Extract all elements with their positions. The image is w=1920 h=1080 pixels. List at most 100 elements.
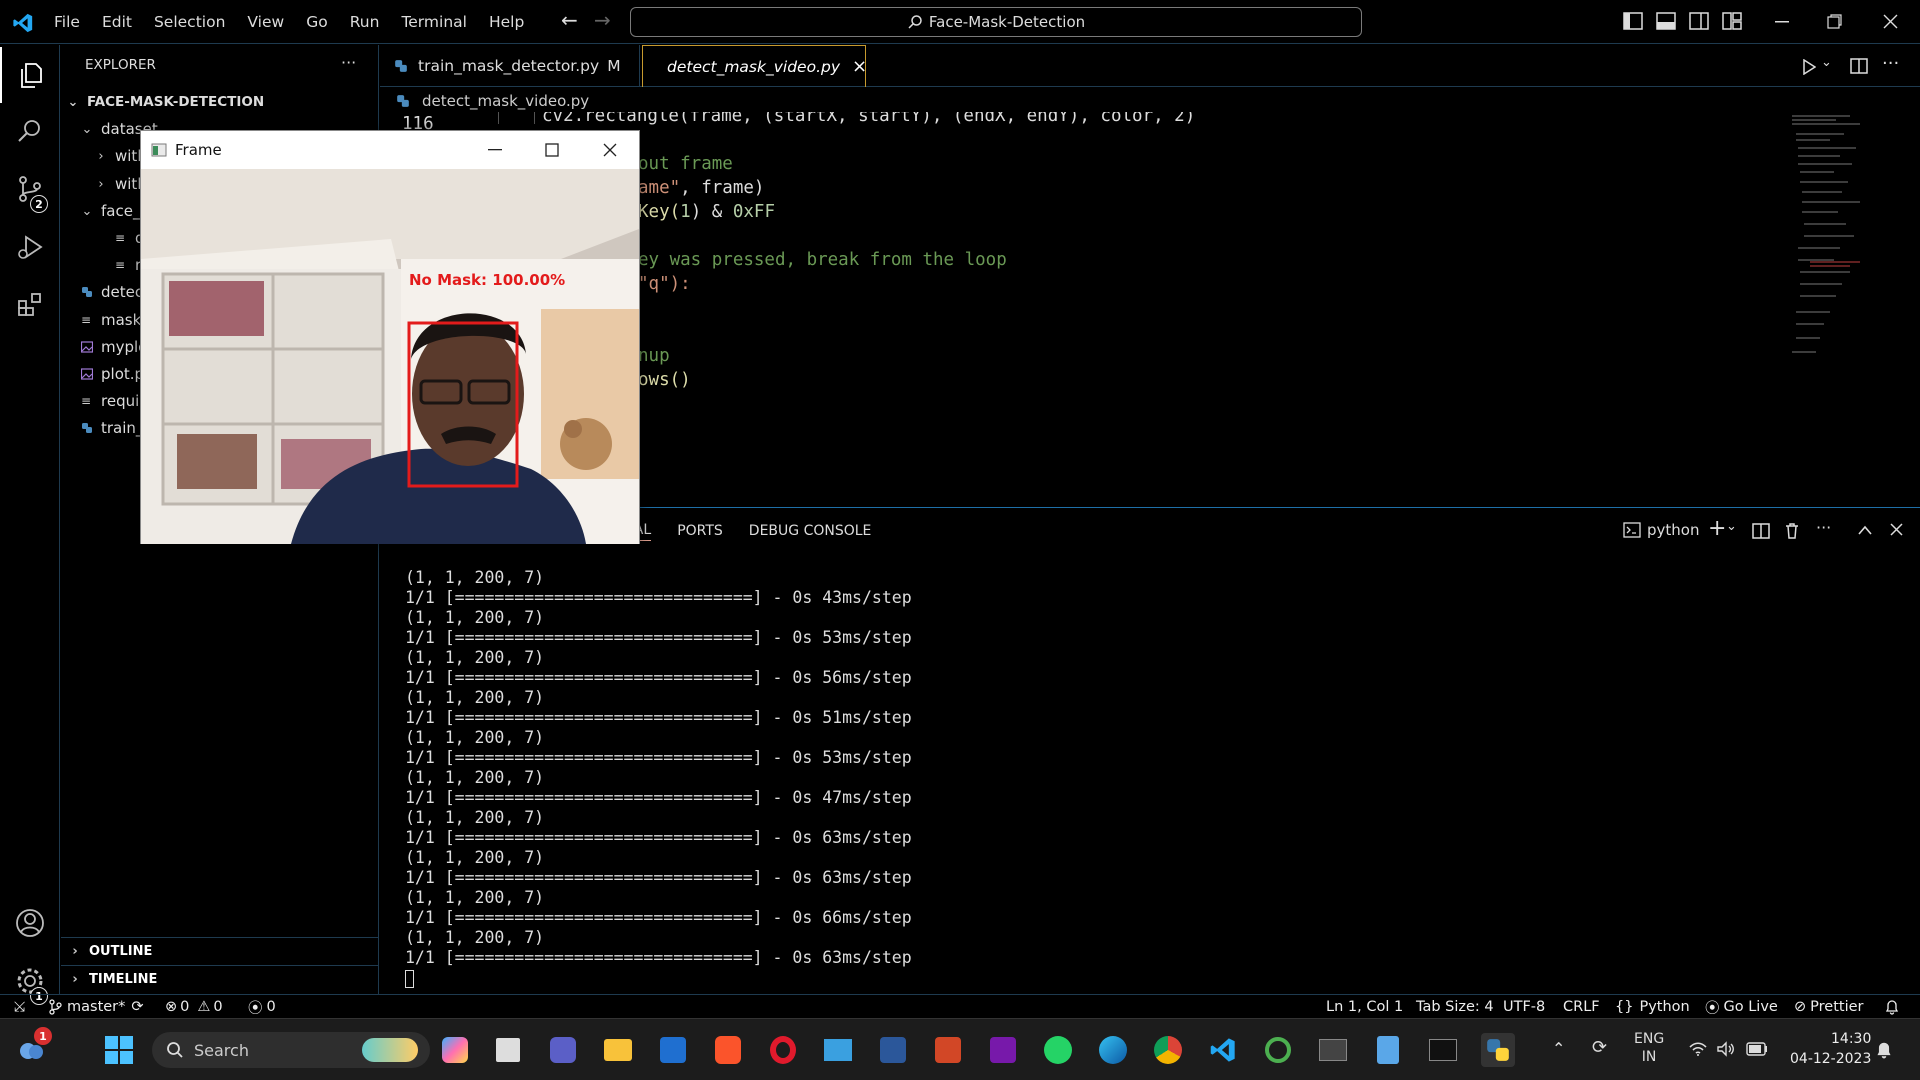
line-ending[interactable]: CRLF <box>1563 995 1600 1019</box>
frame-window-titlebar[interactable]: Frame <box>141 131 639 169</box>
go-live-button[interactable]: ⦿ Go Live <box>1705 995 1778 1019</box>
tab-train-mask-detector[interactable]: train_mask_detector.py M <box>380 45 640 87</box>
problems-indicator[interactable]: ⊗ 0 ⚠ 0 <box>165 995 223 1019</box>
encoding[interactable]: UTF-8 <box>1503 995 1545 1019</box>
menu-bar: File Edit Selection View Go Run Terminal… <box>54 0 546 44</box>
ports-indicator[interactable]: ⦿ 0 <box>248 995 276 1019</box>
battery-icon[interactable] <box>1746 1042 1768 1056</box>
remote-icon[interactable]: ⤩ <box>14 995 25 1019</box>
menu-run[interactable]: Run <box>350 13 380 31</box>
tab-detect-mask-video[interactable]: detect_mask_video.py × <box>642 45 867 87</box>
tab-ports[interactable]: PORTS <box>677 523 723 539</box>
extensions-activity[interactable] <box>0 277 60 333</box>
close-icon[interactable] <box>603 143 617 157</box>
menu-selection[interactable]: Selection <box>154 13 225 31</box>
menu-go[interactable]: Go <box>306 13 328 31</box>
restore-icon[interactable] <box>1827 14 1842 29</box>
taskbar-app-brave[interactable] <box>711 1033 745 1067</box>
taskbar-app-taskview[interactable] <box>491 1033 525 1067</box>
toggle-primary-sidebar-icon[interactable] <box>1623 12 1643 30</box>
taskbar-app-opera[interactable] <box>766 1033 800 1067</box>
timeline-section[interactable]: › TIMELINE <box>61 965 379 992</box>
wifi-icon[interactable] <box>1688 1041 1708 1057</box>
chevron-down-icon[interactable]: ⌄ <box>1726 519 1737 534</box>
code-text: , frame) <box>680 178 765 198</box>
taskbar-app-explorer[interactable] <box>601 1033 635 1067</box>
breadcrumb-file[interactable]: detect_mask_video.py <box>422 92 589 110</box>
taskbar-app-chrome[interactable] <box>1151 1033 1185 1067</box>
cursor-position[interactable]: Ln 1, Col 1 <box>1326 995 1403 1019</box>
customize-layout-icon[interactable] <box>1722 12 1742 30</box>
taskbar-app-notepad[interactable] <box>1371 1033 1405 1067</box>
split-editor-icon[interactable] <box>1850 58 1868 74</box>
close-window-icon[interactable] <box>1883 14 1898 29</box>
toggle-panel-icon[interactable] <box>1656 12 1676 30</box>
more-actions-icon[interactable]: ··· <box>1882 53 1899 74</box>
taskbar-app-monitor[interactable] <box>821 1033 855 1067</box>
taskbar-app-python[interactable] <box>1481 1033 1515 1067</box>
trash-icon[interactable] <box>1784 522 1800 540</box>
volume-icon[interactable] <box>1716 1041 1736 1057</box>
start-button[interactable] <box>102 1033 136 1067</box>
split-terminal-icon[interactable] <box>1752 523 1770 539</box>
taskbar-app-whatsapp[interactable] <box>1041 1033 1075 1067</box>
menu-help[interactable]: Help <box>489 13 524 31</box>
search-activity[interactable] <box>0 103 60 159</box>
run-icon[interactable] <box>1802 59 1816 75</box>
frame-window[interactable]: Frame No Mask: 100.00% <box>140 130 640 544</box>
taskbar-app-powerpoint[interactable] <box>931 1033 965 1067</box>
outline-section[interactable]: › OUTLINE <box>61 937 379 964</box>
explorer-activity[interactable] <box>0 47 60 103</box>
branch-indicator[interactable]: master* ⟳ <box>48 995 144 1019</box>
taskbar-app-copilot[interactable] <box>438 1033 472 1067</box>
menu-edit[interactable]: Edit <box>102 13 132 31</box>
tab-size[interactable]: Tab Size: 4 <box>1416 995 1494 1019</box>
weather-widget[interactable]: 1 <box>14 1027 52 1067</box>
taskbar-app-word[interactable] <box>876 1033 910 1067</box>
forward-arrow-icon[interactable]: → <box>594 8 611 32</box>
tab-debug-console[interactable]: DEBUG CONSOLE <box>749 523 872 539</box>
bell-icon[interactable] <box>1885 999 1899 1015</box>
taskbar-app-terminal-dark[interactable] <box>1316 1033 1350 1067</box>
taskbar-app-cmd[interactable] <box>1426 1033 1460 1067</box>
run-debug-activity[interactable] <box>0 219 60 275</box>
source-control-activity[interactable]: 2 <box>0 161 60 217</box>
menu-terminal[interactable]: Terminal <box>401 13 467 31</box>
minimap[interactable] <box>1790 112 1870 372</box>
maximize-icon[interactable] <box>545 143 559 157</box>
new-terminal-icon[interactable]: + <box>1708 516 1726 541</box>
taskbar-app-teams[interactable] <box>546 1033 580 1067</box>
minimize-icon[interactable] <box>488 149 502 151</box>
prettier-button[interactable]: ⊘ Prettier <box>1794 995 1864 1019</box>
taskbar-app-circle[interactable] <box>1261 1033 1295 1067</box>
taskbar-app-vscode[interactable] <box>1206 1033 1240 1067</box>
taskbar-search[interactable]: Search <box>152 1032 430 1068</box>
clock[interactable]: 14:30 04-12-2023 <box>1790 1029 1871 1069</box>
accounts-activity[interactable] <box>0 895 60 951</box>
taskbar-app-onenote[interactable] <box>986 1033 1020 1067</box>
tab-close-icon[interactable]: × <box>852 56 867 77</box>
taskbar-app-edge[interactable] <box>1096 1033 1130 1067</box>
maximize-panel-icon[interactable] <box>1858 525 1872 535</box>
terminal-selector[interactable]: python <box>1623 521 1699 539</box>
menu-file[interactable]: File <box>54 13 80 31</box>
menu-view[interactable]: View <box>247 13 284 31</box>
minimize-icon[interactable] <box>1775 21 1789 23</box>
language-indicator[interactable]: ENG IN <box>1634 1030 1664 1066</box>
more-actions-icon[interactable]: ··· <box>1816 518 1831 537</box>
search-highlight-icon <box>362 1038 418 1062</box>
sync-icon[interactable]: ⟳ <box>131 999 143 1015</box>
workspace-root[interactable]: ⌄ FACE-MASK-DETECTION <box>61 89 379 115</box>
toggle-secondary-sidebar-icon[interactable] <box>1689 12 1709 30</box>
chevron-down-icon[interactable]: ⌄ <box>1821 55 1832 70</box>
sync-tray-icon[interactable]: ⟳ <box>1592 1037 1607 1058</box>
language-mode[interactable]: {} Python <box>1615 995 1690 1019</box>
command-center-search[interactable]: Face-Mask-Detection <box>630 7 1362 37</box>
explorer-more-button[interactable]: ··· <box>341 53 356 72</box>
terminal-output[interactable]: (1, 1, 200, 7) 1/1 [====================… <box>405 568 912 988</box>
taskbar-app-store[interactable] <box>656 1033 690 1067</box>
close-panel-icon[interactable] <box>1890 523 1903 536</box>
back-arrow-icon[interactable]: ← <box>561 8 578 32</box>
chevron-up-icon[interactable]: ⌃ <box>1552 1039 1565 1058</box>
notification-bell-icon[interactable] <box>1876 1041 1892 1059</box>
